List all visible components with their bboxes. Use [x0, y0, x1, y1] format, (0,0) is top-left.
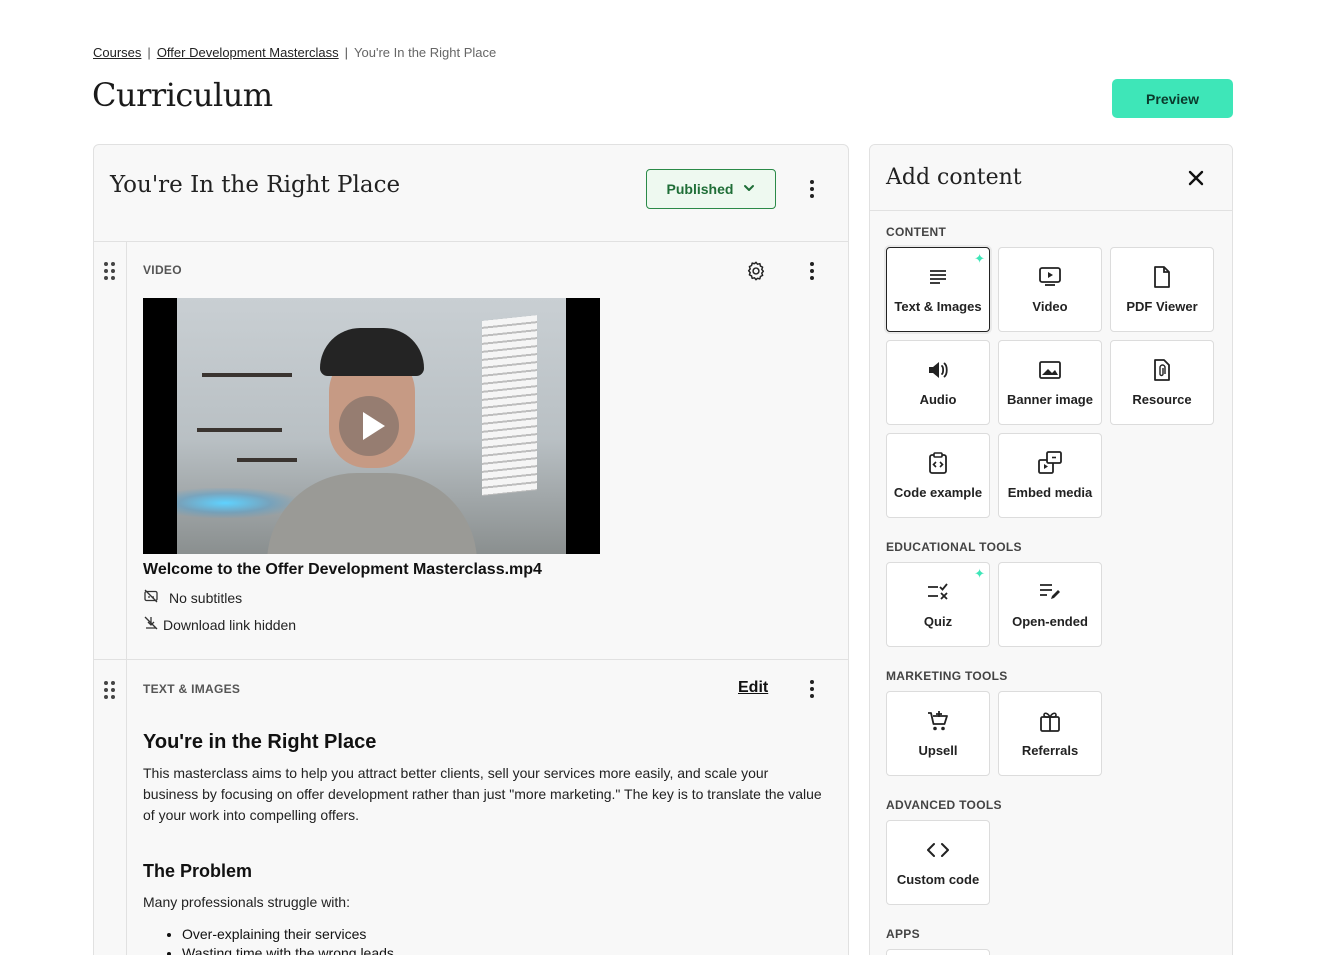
list-item: Wasting time with the wrong leads [182, 944, 394, 955]
attachment-doc-icon [1150, 358, 1174, 382]
speaker-icon [926, 358, 950, 382]
status-dropdown[interactable]: Published [646, 169, 776, 209]
tile-banner-image[interactable]: Banner image [998, 340, 1102, 425]
text-images-block: TEXT & IMAGES Edit You're in the Right P… [94, 660, 848, 955]
block-gutter [94, 660, 127, 955]
tile-label: Referrals [1021, 743, 1079, 758]
gear-icon[interactable] [745, 260, 767, 282]
edit-button[interactable]: Edit [738, 679, 768, 697]
embed-media-icon [1038, 451, 1062, 475]
download-status: Download link hidden [143, 615, 296, 634]
status-label: Published [666, 181, 734, 197]
tile-referrals[interactable]: Referrals [998, 691, 1102, 776]
content-paragraph: This masterclass aims to help you attrac… [143, 765, 822, 823]
tile-audio[interactable]: Audio [886, 340, 990, 425]
tile-label: Open-ended [1012, 614, 1088, 629]
breadcrumb-separator: | [147, 45, 151, 60]
tile-video[interactable]: Video [998, 247, 1102, 332]
lesson-title: You're In the Right Place [110, 172, 401, 198]
content-subparagraph: Many professionals struggle with: [143, 894, 350, 910]
lesson-panel: You're In the Right Place Published VIDE… [93, 144, 849, 955]
tile-upsell[interactable]: Upsell [886, 691, 990, 776]
tile-open-ended[interactable]: Open-ended [998, 562, 1102, 647]
add-content-panel: Add content CONTENT ✦ Text & Images Vide… [869, 144, 1233, 955]
gift-icon [1038, 709, 1062, 733]
play-icon [363, 412, 385, 440]
tile-resource[interactable]: Resource [1110, 340, 1214, 425]
tile-label: Custom code [896, 872, 980, 887]
section-label-advanced: ADVANCED TOOLS [886, 798, 1002, 812]
block-type-label: TEXT & IMAGES [143, 682, 241, 696]
document-icon [1150, 265, 1174, 289]
subtitles-label: No subtitles [169, 589, 243, 606]
lesson-header: You're In the Right Place Published [94, 145, 848, 242]
page-title: Curriculum [92, 76, 273, 114]
close-icon[interactable] [1185, 167, 1207, 189]
tile-quiz[interactable]: ✦ Quiz [886, 562, 990, 647]
chevron-down-icon [743, 181, 755, 197]
drag-handle-icon[interactable] [104, 262, 116, 280]
section-label-content: CONTENT [886, 225, 947, 239]
content-subheading: The Problem [143, 861, 253, 881]
tile-label: Audio [919, 392, 957, 407]
video-block: VIDEO Welcome to the Offer Development M… [94, 242, 848, 660]
tile-label: Text & Images [894, 299, 982, 314]
list-item: Over-explaining their services [182, 925, 394, 944]
block-type-label: VIDEO [143, 263, 182, 277]
sparkle-icon: ✦ [974, 566, 985, 581]
lesson-more-icon[interactable] [802, 177, 822, 201]
breadcrumb: Courses | Offer Development Masterclass … [93, 45, 496, 60]
tile-label: Resource [1132, 392, 1192, 407]
block-more-icon[interactable] [802, 677, 822, 701]
section-label-educational: EDUCATIONAL TOOLS [886, 540, 1022, 554]
sparkle-icon: ✦ [974, 251, 985, 266]
tile-label: Banner image [1007, 392, 1093, 407]
content-bullet-list: Over-explaining their services Wasting t… [182, 925, 394, 955]
cart-plus-icon [926, 709, 950, 733]
tile-app[interactable] [886, 949, 990, 955]
tile-label: Upsell [918, 743, 958, 758]
video-thumbnail[interactable] [143, 298, 600, 554]
tile-label: Video [1032, 299, 1068, 314]
download-off-icon [143, 615, 159, 634]
block-more-icon[interactable] [802, 259, 822, 283]
breadcrumb-current: You're In the Right Place [354, 45, 497, 60]
video-icon [1038, 265, 1062, 289]
tile-label: Code example [893, 485, 983, 500]
download-label: Download link hidden [163, 616, 297, 633]
section-label-marketing: MARKETING TOOLS [886, 669, 1008, 683]
add-content-header: Add content [870, 145, 1232, 211]
edit-lines-icon [1038, 580, 1062, 604]
add-content-title: Add content [886, 165, 1022, 190]
code-clipboard-icon [926, 451, 950, 475]
subtitles-status: No subtitles [143, 588, 242, 607]
tile-label: Quiz [923, 614, 953, 629]
text-lines-icon [926, 265, 950, 289]
breadcrumb-link-courses[interactable]: Courses [93, 45, 141, 60]
breadcrumb-link-course[interactable]: Offer Development Masterclass [157, 45, 339, 60]
tile-pdf-viewer[interactable]: PDF Viewer [1110, 247, 1214, 332]
section-label-apps: APPS [886, 927, 920, 941]
drag-handle-icon[interactable] [104, 681, 116, 699]
content-heading: You're in the Right Place [143, 731, 377, 753]
tile-embed-media[interactable]: Embed media [998, 433, 1102, 518]
breadcrumb-separator: | [344, 45, 349, 60]
code-brackets-icon [926, 838, 950, 862]
block-gutter [94, 242, 127, 659]
image-icon [1038, 358, 1062, 382]
tile-label: Embed media [1007, 485, 1093, 500]
tile-custom-code[interactable]: Custom code [886, 820, 990, 905]
tile-text-images[interactable]: ✦ Text & Images [886, 247, 990, 332]
video-filename: Welcome to the Offer Development Masterc… [143, 561, 542, 578]
quiz-icon [926, 580, 950, 604]
tile-label: PDF Viewer [1126, 299, 1198, 314]
subtitles-off-icon [143, 588, 159, 607]
preview-button[interactable]: Preview [1112, 79, 1233, 118]
tile-code-example[interactable]: Code example [886, 433, 990, 518]
